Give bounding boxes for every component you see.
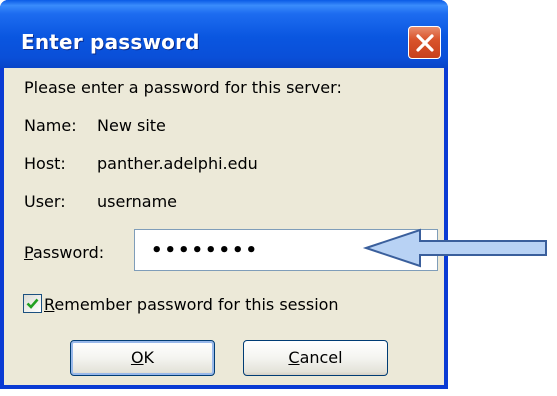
checkmark-icon bbox=[26, 298, 39, 309]
ok-button-rest: K bbox=[143, 348, 155, 367]
close-icon bbox=[416, 34, 434, 52]
user-row: User: bbox=[24, 192, 66, 211]
cancel-button-mnemonic: C bbox=[288, 348, 300, 367]
ok-button[interactable]: OK bbox=[70, 340, 215, 376]
remember-label-rest: emember password for this session bbox=[54, 295, 339, 314]
user-label: User: bbox=[24, 192, 66, 211]
remember-label[interactable]: Remember password for this session bbox=[44, 295, 339, 314]
dialog-title: Enter password bbox=[21, 30, 200, 54]
cancel-button-rest: ancel bbox=[299, 348, 343, 367]
password-label-rest: assword: bbox=[32, 243, 105, 262]
host-value: panther.adelphi.edu bbox=[97, 154, 258, 173]
remember-label-mnemonic: R bbox=[44, 295, 55, 314]
password-dialog: Enter password Please enter a password f… bbox=[0, 0, 448, 389]
name-row: Name: bbox=[24, 116, 77, 135]
password-label: Password: bbox=[24, 243, 104, 262]
password-label-mnemonic: P bbox=[24, 243, 33, 262]
host-label: Host: bbox=[24, 154, 66, 173]
host-row: Host: bbox=[24, 154, 66, 173]
remember-checkbox[interactable] bbox=[23, 294, 42, 313]
password-value: •••••••• bbox=[151, 240, 260, 261]
title-bar[interactable]: Enter password bbox=[0, 0, 448, 68]
close-button[interactable] bbox=[408, 26, 441, 59]
name-value: New site bbox=[97, 116, 166, 135]
cancel-button[interactable]: Cancel bbox=[243, 340, 388, 376]
user-value: username bbox=[97, 192, 177, 211]
name-label: Name: bbox=[24, 116, 77, 135]
left-arrow-icon bbox=[362, 228, 547, 268]
prompt-text: Please enter a password for this server: bbox=[24, 78, 342, 97]
ok-button-mnemonic: O bbox=[130, 348, 144, 367]
